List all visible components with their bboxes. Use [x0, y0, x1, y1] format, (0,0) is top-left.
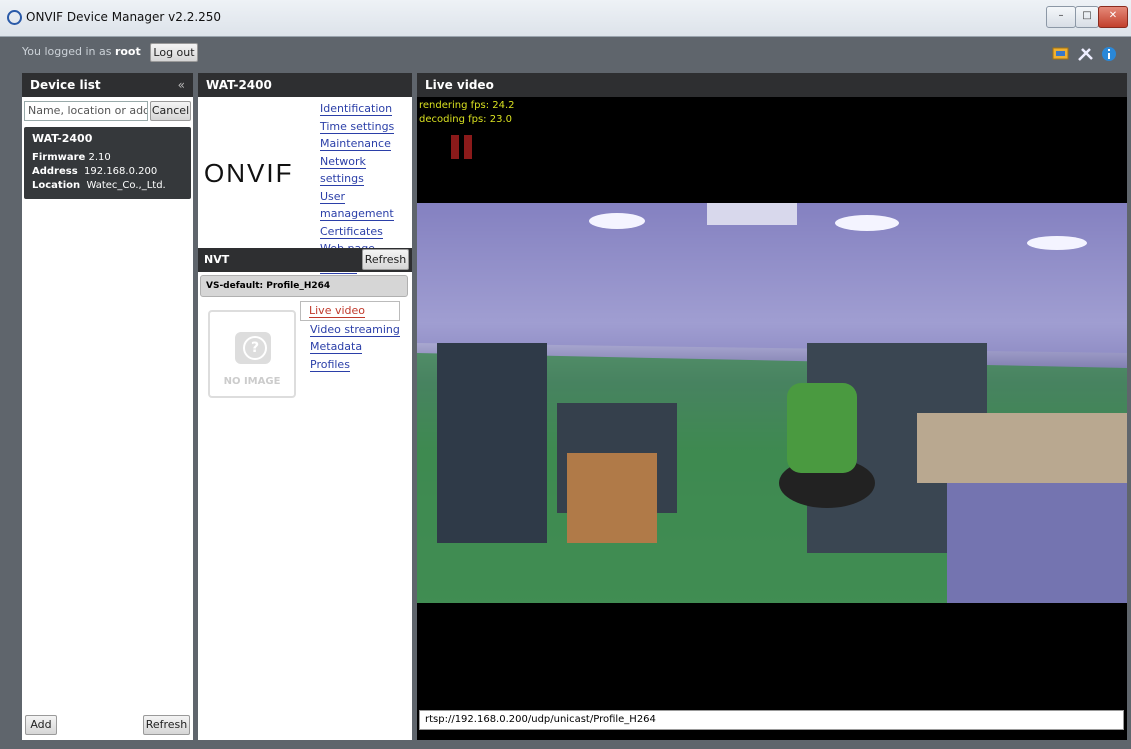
video-frame[interactable]	[417, 203, 1127, 603]
device-panel: WAT-2400 ONVIF Identification Time settin…	[198, 73, 412, 740]
logged-in-text: You logged in as root	[22, 45, 141, 58]
firmware-value: 2.10	[88, 152, 111, 163]
link-identification[interactable]: Identification	[320, 100, 412, 118]
stream-url-field[interactable]: rtsp://192.168.0.200/udp/unicast/Profile…	[419, 710, 1124, 730]
no-image-thumbnail: ? NO IMAGE	[208, 310, 296, 398]
device-name: WAT-2400	[32, 132, 93, 145]
session-bar: You logged in as root Log out	[12, 41, 1120, 65]
decoding-fps: decoding fps: 23.0	[419, 114, 512, 125]
live-video-header: Live video	[417, 73, 1127, 97]
minimize-button[interactable]: –	[1046, 6, 1076, 28]
link-video-streaming[interactable]: Video streaming	[310, 321, 400, 339]
link-network-settings[interactable]: Network settings	[320, 153, 412, 188]
logout-button[interactable]: Log out	[150, 43, 198, 62]
maximize-button[interactable]: □	[1075, 6, 1099, 28]
profile-header[interactable]: VS-default: Profile_H264	[200, 275, 408, 297]
nvt-title: NVT	[204, 253, 230, 266]
device-panel-header: WAT-2400	[198, 73, 412, 97]
collapse-icon[interactable]: «	[178, 73, 185, 97]
device-list-header: Device list «	[22, 73, 193, 97]
link-certificates[interactable]: Certificates	[320, 223, 412, 241]
link-user-management[interactable]: User management	[320, 188, 412, 223]
onvif-logo: ONVIF	[204, 158, 294, 188]
pause-icon[interactable]	[451, 135, 473, 159]
monitor-icon[interactable]	[1052, 46, 1070, 62]
live-video-panel: Live video rendering fps: 24.2 decoding …	[417, 73, 1127, 740]
link-time-settings[interactable]: Time settings	[320, 118, 412, 136]
link-maintenance[interactable]: Maintenance	[320, 135, 412, 153]
tools-icon[interactable]	[1077, 46, 1095, 62]
search-input[interactable]: Name, location or address	[24, 101, 148, 121]
app-icon	[7, 10, 22, 25]
no-image-label: NO IMAGE	[223, 376, 281, 387]
address-value: 192.168.0.200	[84, 166, 158, 177]
user-name: root	[114, 45, 141, 58]
window-titlebar: ONVIF Device Manager v2.2.250 – □ ✕	[0, 0, 1131, 37]
add-button[interactable]: Add	[25, 715, 57, 735]
close-button[interactable]: ✕	[1098, 6, 1128, 28]
nvt-refresh-button[interactable]: Refresh	[362, 249, 409, 270]
refresh-devices-button[interactable]: Refresh	[143, 715, 190, 735]
device-details: Firmware 2.10 Address 192.168.0.200 Loca…	[32, 152, 166, 191]
window-title: ONVIF Device Manager v2.2.250	[26, 10, 222, 24]
nvt-links: Live video Video streaming Metadata Profile…	[300, 301, 400, 374]
device-list-title: Device list	[30, 78, 101, 92]
video-scene	[417, 203, 1127, 603]
link-profiles[interactable]: Profiles	[310, 356, 400, 374]
nvt-header: NVT Refresh	[198, 248, 412, 272]
device-list-panel: Device list « Name, location or address …	[22, 73, 193, 740]
question-icon: ?	[243, 336, 267, 360]
link-live-video[interactable]: Live video	[300, 301, 400, 321]
rendering-fps: rendering fps: 24.2	[419, 100, 515, 111]
link-metadata[interactable]: Metadata	[310, 338, 400, 356]
info-icon[interactable]	[1100, 46, 1118, 62]
cancel-button[interactable]: Cancel	[150, 101, 191, 121]
location-value: Watec_Co.,_Ltd.	[86, 180, 166, 191]
device-card[interactable]: WAT-2400 Firmware 2.10 Address 192.168.0…	[24, 127, 191, 199]
